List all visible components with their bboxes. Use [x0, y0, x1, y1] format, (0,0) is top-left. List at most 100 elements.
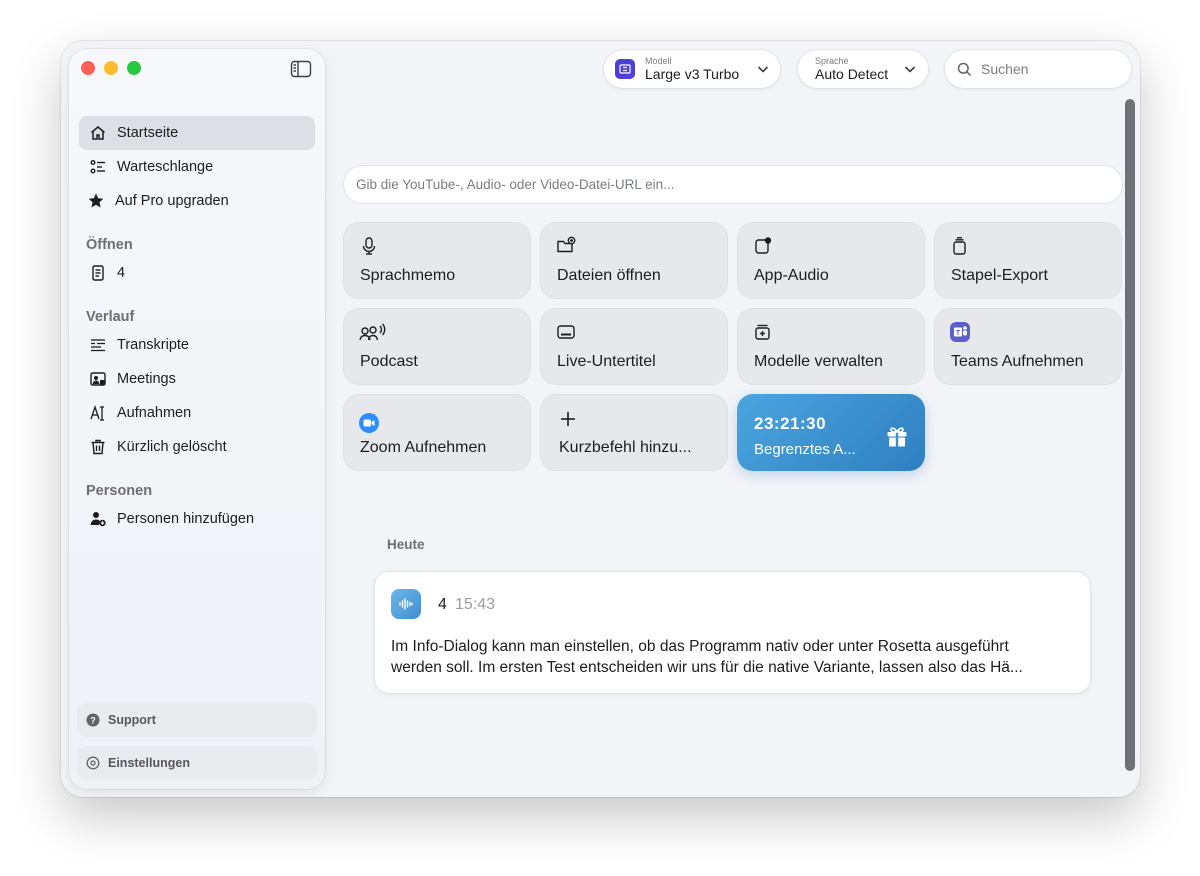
- promo-label: Begrenztes A...: [754, 441, 856, 458]
- manage-models-icon: [755, 324, 770, 340]
- tile-podcast[interactable]: Podcast: [343, 308, 531, 385]
- sidebar-item-kuerzlich-geloescht[interactable]: Kürzlich gelöscht: [79, 430, 315, 464]
- tile-modelle-verwalten[interactable]: Modelle verwalten: [737, 308, 925, 385]
- sidebar-item-transkripte[interactable]: Transkripte: [79, 328, 315, 362]
- today-heading: Heute: [387, 537, 425, 552]
- queue-list-icon: [90, 160, 105, 174]
- zoom-window-button[interactable]: [127, 61, 141, 75]
- podcast-icon: [359, 323, 386, 341]
- search-placeholder: Suchen: [981, 61, 1029, 77]
- batch-export-icon: [953, 237, 966, 255]
- recent-time: 15:43: [455, 596, 496, 613]
- tile-live-untertitel[interactable]: Live-Untertitel: [540, 308, 728, 385]
- meetings-icon: [90, 372, 106, 386]
- url-input[interactable]: Gib die YouTube-, Audio- oder Video-Date…: [343, 165, 1123, 204]
- search-icon: [957, 62, 972, 76]
- sidebar-item-label: Meetings: [117, 371, 176, 387]
- sidebar-item-label: Personen hinzufügen: [117, 511, 255, 527]
- microphone-icon: [362, 237, 376, 255]
- model-value: Large v3 Turbo: [645, 66, 740, 82]
- close-window-button[interactable]: [81, 61, 95, 75]
- tile-label: Teams Aufnehmen: [951, 353, 1084, 370]
- language-value: Auto Detect: [815, 66, 889, 82]
- settings-icon: [86, 756, 100, 770]
- gift-icon: [887, 427, 907, 447]
- chevron-down-icon: [904, 66, 916, 73]
- tile-label: Modelle verwalten: [754, 353, 883, 370]
- tile-label: Sprachmemo: [360, 267, 456, 284]
- recent-excerpt: Im Info-Dialog kann man einstellen, ob d…: [391, 636, 1071, 678]
- search-field[interactable]: Suchen: [945, 50, 1131, 88]
- sidebar-item-open-4[interactable]: 4: [79, 256, 315, 290]
- trash-icon: [91, 439, 105, 455]
- folder-plus-icon: [557, 236, 576, 253]
- plus-icon: [561, 412, 575, 426]
- sidebar-item-label: Transkripte: [117, 337, 189, 353]
- zoom-icon: [359, 413, 379, 433]
- transcript-icon: [91, 339, 105, 352]
- app-audio-icon: [755, 237, 772, 254]
- tile-kurzbefehl-hinzufuegen[interactable]: Kurzbefehl hinzu...: [540, 394, 728, 471]
- sidebar-item-aufnahmen[interactable]: Aufnahmen: [79, 396, 315, 430]
- recent-title: 4: [438, 596, 447, 613]
- support-label: Support: [108, 713, 156, 727]
- sidebar-item-startseite[interactable]: Startseite: [79, 116, 315, 150]
- section-label-history: Verlauf: [86, 309, 135, 325]
- tile-label: App-Audio: [754, 267, 829, 284]
- promo-tile[interactable]: 23:21:30 Begrenztes A...: [737, 394, 925, 471]
- sidebar-nav: Startseite Warteschlange Auf Pro upgrade…: [79, 116, 315, 536]
- model-select[interactable]: Modell Large v3 Turbo: [604, 50, 780, 88]
- model-caption: Modell: [645, 56, 672, 66]
- sidebar-item-label: 4: [117, 265, 126, 281]
- sidebar: Startseite Warteschlange Auf Pro upgrade…: [69, 49, 325, 789]
- captions-icon: [557, 325, 575, 339]
- tile-label: Dateien öffnen: [557, 267, 661, 284]
- tile-app-audio[interactable]: App-Audio: [737, 222, 925, 299]
- minimize-window-button[interactable]: [104, 61, 118, 75]
- support-button[interactable]: ? Support: [77, 703, 317, 737]
- language-select[interactable]: Sprache Auto Detect: [798, 50, 928, 88]
- tile-label: Stapel-Export: [951, 267, 1048, 284]
- settings-button[interactable]: Einstellungen: [77, 746, 317, 780]
- audio-wave-icon: [391, 589, 421, 619]
- window-controls: [81, 61, 141, 75]
- settings-label: Einstellungen: [108, 756, 190, 770]
- tile-zoom-aufnehmen[interactable]: Zoom Aufnehmen: [343, 394, 531, 471]
- help-icon: ?: [86, 713, 100, 727]
- tile-label: Kurzbefehl hinzu...: [559, 439, 692, 456]
- model-badge-icon: [615, 59, 635, 79]
- sidebar-item-label: Aufnahmen: [117, 405, 192, 421]
- tile-teams-aufnehmen[interactable]: T Teams Aufnehmen: [934, 308, 1122, 385]
- sidebar-item-upgrade-pro[interactable]: Auf Pro upgraden: [79, 184, 315, 218]
- tile-dateien-oeffnen[interactable]: Dateien öffnen: [540, 222, 728, 299]
- promo-timer: 23:21:30: [754, 414, 827, 433]
- tile-label: Live-Untertitel: [557, 353, 656, 370]
- tile-sprachmemo[interactable]: Sprachmemo: [343, 222, 531, 299]
- app-window: Startseite Warteschlange Auf Pro upgrade…: [61, 41, 1140, 797]
- add-person-icon: [90, 512, 106, 527]
- document-icon: [92, 265, 104, 281]
- star-icon: [88, 193, 104, 208]
- tile-label: Zoom Aufnehmen: [360, 439, 487, 456]
- tile-stapel-export[interactable]: Stapel-Export: [934, 222, 1122, 299]
- chevron-down-icon: [757, 66, 769, 73]
- recording-text-icon: [90, 404, 104, 421]
- section-label-people: Personen: [86, 483, 153, 499]
- home-icon: [91, 126, 105, 140]
- recent-transcript-card[interactable]: 4 15:43 Im Info-Dialog kann man einstell…: [375, 572, 1090, 693]
- sidebar-item-label: Warteschlange: [117, 159, 214, 175]
- sidebar-item-add-person[interactable]: Personen hinzufügen: [79, 502, 315, 536]
- svg-text:?: ?: [90, 716, 96, 726]
- sidebar-item-label: Kürzlich gelöscht: [117, 439, 227, 455]
- sidebar-item-label: Auf Pro upgraden: [115, 193, 229, 209]
- sidebar-item-label: Startseite: [117, 125, 179, 141]
- sidebar-toggle-icon[interactable]: [290, 60, 312, 78]
- language-caption: Sprache: [815, 56, 849, 66]
- sidebar-item-meetings[interactable]: Meetings: [79, 362, 315, 396]
- tile-label: Podcast: [360, 353, 418, 370]
- section-label-open: Öffnen: [86, 237, 133, 253]
- excerpt-line: Im Info-Dialog kann man einstellen, ob d…: [391, 638, 1009, 655]
- main-scrollbar[interactable]: [1125, 99, 1135, 771]
- excerpt-line: werden soll. Im ersten Test entscheiden …: [391, 659, 1023, 676]
- sidebar-item-warteschlange[interactable]: Warteschlange: [79, 150, 315, 184]
